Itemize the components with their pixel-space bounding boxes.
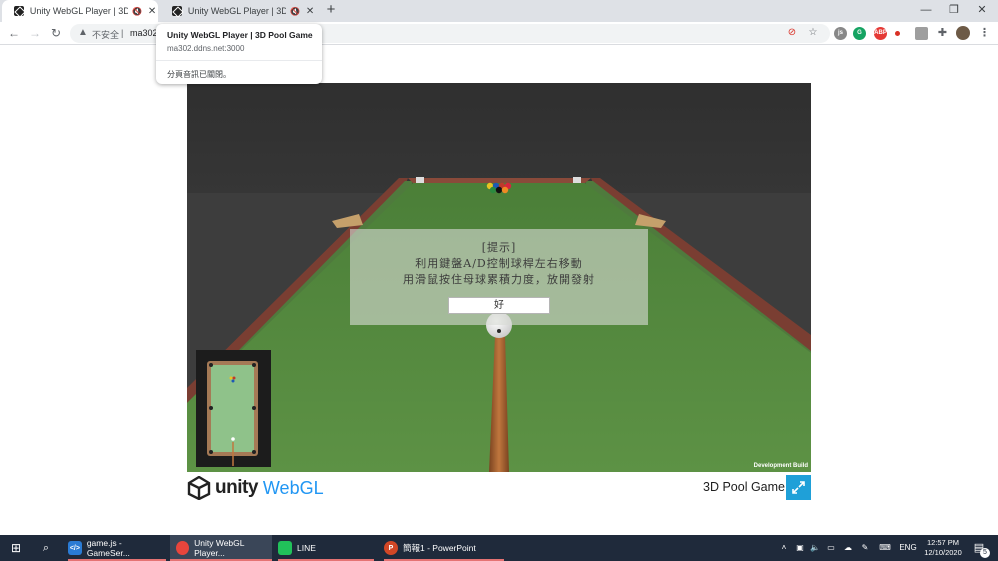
security-label: 不安全 bbox=[92, 30, 120, 40]
game-title: 3D Pool Game bbox=[703, 480, 785, 494]
minimize-button[interactable]: — bbox=[912, 2, 940, 18]
webgl-wordmark: WebGL bbox=[262, 477, 324, 498]
tab-unity-active[interactable]: Unity WebGL Player | 3D Pool Game 🔇 ✕ bbox=[2, 0, 158, 22]
adblock-icon[interactable]: ABP bbox=[874, 27, 887, 40]
warning-triangle-icon[interactable]: ▲ bbox=[78, 27, 88, 38]
pen-icon[interactable]: ✎ bbox=[858, 535, 872, 561]
tab-strip: Unity WebGL Player | 3D Pool Game 🔇 ✕ Un… bbox=[0, 0, 998, 22]
new-tab-button[interactable]: + bbox=[323, 2, 339, 18]
minimap bbox=[196, 350, 271, 467]
clock-time: 12:57 PM bbox=[926, 538, 960, 547]
address-separator: | bbox=[121, 28, 124, 38]
chrome-icon bbox=[176, 541, 190, 555]
taskbar-item-line[interactable]: LINE bbox=[278, 535, 374, 561]
line-icon bbox=[278, 541, 292, 555]
taskbar-label: 簡報1 - PowerPoint bbox=[403, 543, 476, 553]
forward-button[interactable]: → bbox=[27, 25, 43, 41]
hover-card-url: ma302.ddns.net:3000 bbox=[167, 44, 245, 53]
profile-avatar[interactable] bbox=[956, 26, 970, 40]
ok-button[interactable]: 好 bbox=[448, 297, 550, 314]
unity-favicon-icon bbox=[14, 6, 24, 16]
puzzle-extensions-icon[interactable]: ✚ bbox=[936, 27, 949, 40]
extension-icon[interactable] bbox=[915, 27, 928, 40]
hover-card-note: 分頁音訊已關閉。 bbox=[167, 70, 231, 79]
taskbar-item-powerpoint[interactable]: P 簡報1 - PowerPoint bbox=[384, 535, 504, 561]
cloud-icon[interactable]: ☁ bbox=[841, 535, 855, 561]
taskbar-item-chrome[interactable]: Unity WebGL Player... bbox=[170, 535, 272, 561]
hint-heading: [提示] bbox=[481, 241, 517, 254]
input-language[interactable]: ENG bbox=[898, 535, 918, 561]
fullscreen-button[interactable] bbox=[786, 475, 811, 500]
hint-line-mouse: 用滑鼠按住母球累積力度，放開發射 bbox=[403, 273, 595, 286]
tab-close-icon[interactable]: ✕ bbox=[146, 6, 158, 17]
game-canvas[interactable]: [提示] 利用鍵盤A/D控制球桿左右移動 用滑鼠按住母球累積力度，放開發射 好 … bbox=[187, 83, 811, 472]
back-button[interactable]: ← bbox=[6, 25, 22, 41]
close-window-button[interactable]: ✕ bbox=[968, 2, 996, 18]
tab-hover-card: Unity WebGL Player | 3D Pool Game ma302.… bbox=[156, 24, 322, 84]
taskbar-label: LINE bbox=[297, 543, 316, 553]
record-extension-icon[interactable] bbox=[895, 31, 900, 36]
windows-taskbar: ⊞ ⌕ </> game.js - GameSer... Unity WebGL… bbox=[0, 535, 998, 561]
clock-date: 12/10/2020 bbox=[924, 548, 962, 557]
reload-button[interactable]: ↻ bbox=[48, 25, 64, 41]
unity-logo-icon bbox=[187, 476, 211, 500]
system-clock[interactable]: 12:57 PM 12/10/2020 bbox=[918, 538, 968, 558]
taskbar-label: game.js - GameSer... bbox=[86, 538, 130, 558]
taskbar-item-vscode[interactable]: </> game.js - GameSer... bbox=[68, 535, 166, 561]
blocked-icon[interactable]: ⊘ bbox=[786, 27, 798, 39]
fullscreen-icon bbox=[792, 481, 805, 494]
grammarly-icon[interactable]: G bbox=[853, 27, 866, 40]
divider bbox=[156, 60, 322, 61]
tab-close-icon[interactable]: ✕ bbox=[304, 6, 316, 17]
muted-speaker-icon[interactable]: 🔇 bbox=[132, 7, 142, 16]
restore-button[interactable]: ❐ bbox=[940, 2, 968, 18]
taskbar-label: Unity WebGL Player... bbox=[194, 538, 245, 558]
keyboard-icon[interactable]: ⌨ bbox=[877, 535, 893, 561]
tab-title: Unity WebGL Player | 3D Pool Game bbox=[187, 6, 287, 16]
vscode-icon: </> bbox=[68, 541, 82, 555]
unity-webgl-logo: unity WebGL bbox=[187, 474, 324, 502]
volume-icon[interactable]: 🔈 bbox=[809, 535, 821, 561]
notification-count-badge: 5 bbox=[980, 548, 990, 558]
show-hidden-icons-chevron-up-icon[interactable]: ˄ bbox=[778, 535, 790, 561]
hint-dialog: [提示] 利用鍵盤A/D控制球桿左右移動 用滑鼠按住母球累積力度，放開發射 好 bbox=[350, 229, 648, 325]
hover-card-title: Unity WebGL Player | 3D Pool Game bbox=[167, 30, 313, 40]
battery-icon[interactable]: ▭ bbox=[825, 535, 837, 561]
tab-title: Unity WebGL Player | 3D Pool Game bbox=[29, 6, 129, 16]
browser-toolbar: ← → ↻ ▲ 不安全 | ma302 ⊘ ☆ js G ABP ✚ ⋮ bbox=[0, 22, 998, 45]
powerpoint-icon: P bbox=[384, 541, 398, 555]
js-extension-icon[interactable]: js bbox=[834, 27, 847, 40]
search-icon[interactable]: ⌕ bbox=[36, 535, 56, 561]
hint-line-keyboard: 利用鍵盤A/D控制球桿左右移動 bbox=[415, 257, 583, 270]
url-text[interactable]: ma302 bbox=[130, 28, 158, 38]
menu-kebab-icon[interactable]: ⋮ bbox=[978, 27, 991, 40]
tab-unity-2[interactable]: Unity WebGL Player | 3D Pool Game 🔇 ✕ bbox=[160, 0, 316, 22]
unity-wordmark: unity bbox=[215, 477, 258, 498]
minimap-table-diagram bbox=[207, 361, 258, 466]
windows-start-icon[interactable]: ⊞ bbox=[6, 535, 26, 561]
muted-speaker-icon[interactable]: 🔇 bbox=[290, 7, 300, 16]
unity-favicon-icon bbox=[172, 6, 182, 16]
bookmark-star-icon[interactable]: ☆ bbox=[807, 27, 819, 39]
development-build-label: Development Build bbox=[753, 463, 808, 469]
onedrive-tray-icon[interactable]: ▣ bbox=[794, 535, 806, 561]
